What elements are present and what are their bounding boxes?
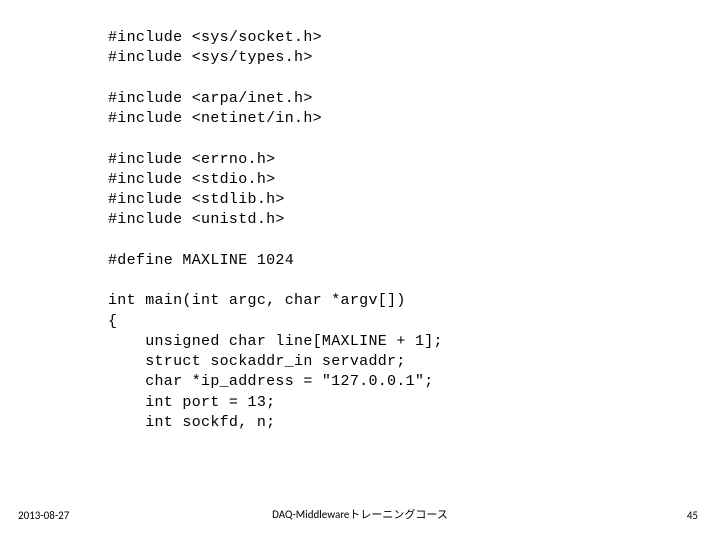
footer: 2013-08-27 DAQ-Middlewareトレーニングコース 45 [0, 502, 720, 522]
slide: #include <sys/socket.h> #include <sys/ty… [0, 0, 720, 540]
footer-title: DAQ-Middlewareトレーニングコース [0, 506, 720, 522]
code-block: #include <sys/socket.h> #include <sys/ty… [108, 28, 720, 433]
footer-page-number: 45 [687, 509, 698, 522]
